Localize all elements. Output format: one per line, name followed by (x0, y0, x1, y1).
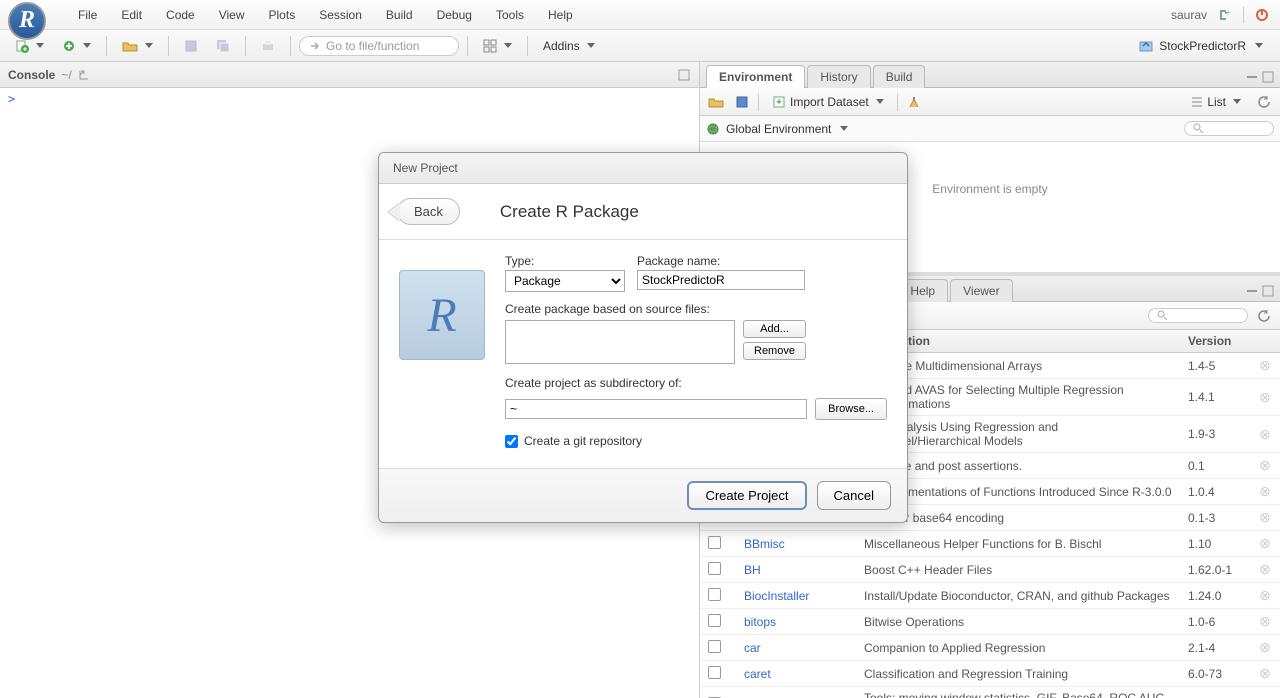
add-button[interactable]: Add... (743, 320, 806, 338)
git-checkbox[interactable] (505, 435, 518, 448)
remove-button[interactable]: Remove (743, 342, 806, 360)
subdir-input[interactable] (505, 399, 807, 419)
git-label: Create a git repository (524, 434, 642, 448)
type-select[interactable]: Package (505, 270, 625, 292)
dialog-overlay: New Project Back Create R Package R Type… (0, 0, 1280, 698)
package-name-label: Package name: (637, 254, 805, 268)
source-files-list[interactable] (505, 320, 735, 364)
new-project-dialog: New Project Back Create R Package R Type… (378, 152, 908, 523)
back-button[interactable]: Back (397, 198, 460, 225)
source-files-label: Create package based on source files: (505, 302, 887, 316)
dialog-heading: Create R Package (500, 202, 639, 222)
browse-button[interactable]: Browse... (815, 398, 887, 420)
dialog-title: New Project (379, 153, 907, 184)
create-project-button[interactable]: Create Project (687, 481, 806, 510)
type-label: Type: (505, 254, 625, 268)
cancel-button[interactable]: Cancel (817, 481, 891, 510)
package-icon: R (399, 270, 485, 360)
git-checkbox-row[interactable]: Create a git repository (505, 434, 887, 448)
subdir-label: Create project as subdirectory of: (505, 376, 887, 390)
package-name-input[interactable] (637, 270, 805, 290)
